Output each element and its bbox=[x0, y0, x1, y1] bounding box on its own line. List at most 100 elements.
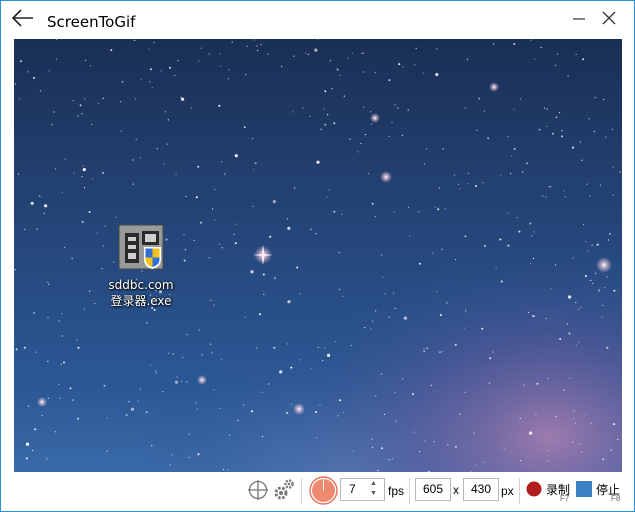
title-bar[interactable]: ScreenToGif bbox=[1, 1, 634, 39]
wallpaper-star bbox=[84, 187, 86, 189]
wallpaper-star bbox=[596, 243, 599, 246]
width-input[interactable]: 605 bbox=[415, 478, 451, 501]
wallpaper-star bbox=[220, 65, 222, 67]
wallpaper-star bbox=[438, 351, 441, 354]
wallpaper-star bbox=[208, 53, 210, 55]
wallpaper-star bbox=[434, 206, 436, 208]
wallpaper-star bbox=[363, 52, 365, 54]
wallpaper-star bbox=[546, 108, 548, 110]
minimize-button[interactable] bbox=[566, 9, 592, 31]
minimize-icon bbox=[573, 11, 585, 29]
wallpaper-star bbox=[511, 155, 513, 157]
wallpaper-star bbox=[393, 292, 395, 294]
wallpaper-star bbox=[92, 178, 94, 180]
fps-input[interactable]: 7 bbox=[340, 478, 385, 501]
wallpaper-star bbox=[128, 401, 130, 403]
wallpaper-star bbox=[613, 289, 616, 292]
desktop-shortcut[interactable]: sddbc.com 登录器.exe bbox=[100, 223, 182, 309]
wallpaper-star bbox=[611, 128, 614, 130]
wallpaper-star bbox=[47, 397, 49, 399]
wallpaper-star bbox=[377, 470, 379, 472]
wallpaper-star bbox=[251, 138, 254, 140]
wallpaper-star bbox=[89, 65, 91, 67]
wallpaper-star bbox=[475, 464, 477, 466]
wallpaper-star bbox=[361, 52, 363, 54]
stop-button[interactable]: 停止 F8 bbox=[575, 477, 629, 505]
wallpaper-star bbox=[605, 136, 607, 138]
wallpaper-star bbox=[245, 73, 247, 76]
wallpaper-star bbox=[547, 460, 549, 462]
wallpaper-star bbox=[281, 65, 283, 67]
wallpaper-star bbox=[381, 447, 383, 450]
app-exe-icon bbox=[117, 223, 165, 271]
wallpaper-star bbox=[418, 262, 421, 265]
wallpaper-star bbox=[467, 183, 469, 185]
wallpaper-star bbox=[342, 411, 345, 413]
wallpaper-star bbox=[607, 239, 610, 241]
wallpaper-star bbox=[148, 48, 150, 50]
wallpaper-star bbox=[130, 407, 135, 411]
wallpaper-star bbox=[545, 196, 547, 198]
wallpaper-star bbox=[15, 348, 18, 351]
wallpaper-star bbox=[519, 417, 521, 419]
wallpaper-star bbox=[526, 162, 529, 165]
wallpaper-star bbox=[169, 66, 171, 69]
wallpaper-star bbox=[156, 372, 158, 374]
record-button[interactable]: 录制 F7 bbox=[524, 477, 574, 505]
wallpaper-star bbox=[333, 210, 336, 213]
framerate-gauge[interactable] bbox=[309, 476, 338, 505]
wallpaper-star bbox=[339, 288, 341, 290]
height-input[interactable]: 430 bbox=[463, 478, 499, 501]
snap-to-window-button[interactable] bbox=[247, 479, 269, 501]
wallpaper-star bbox=[362, 71, 365, 73]
wallpaper-star bbox=[181, 380, 183, 382]
wallpaper-star bbox=[610, 449, 613, 452]
capture-area[interactable]: sddbc.com 登录器.exe bbox=[14, 39, 622, 472]
wallpaper-star bbox=[457, 183, 460, 185]
toolbar-separator bbox=[301, 478, 302, 504]
wallpaper-star bbox=[619, 171, 621, 173]
wallpaper-star bbox=[568, 332, 571, 335]
fps-decrease-button[interactable]: ▼ bbox=[370, 490, 377, 498]
wallpaper-star bbox=[234, 154, 238, 158]
wallpaper-star bbox=[183, 259, 186, 262]
wallpaper-star bbox=[316, 160, 320, 164]
wallpaper-star bbox=[375, 310, 377, 312]
wallpaper-star bbox=[137, 400, 139, 402]
wallpaper-star bbox=[598, 289, 600, 292]
wallpaper-star bbox=[532, 257, 535, 259]
fps-increase-button[interactable]: ▲ bbox=[370, 480, 377, 488]
wallpaper-star bbox=[14, 83, 17, 85]
wallpaper-star bbox=[586, 183, 588, 185]
wallpaper-star bbox=[272, 200, 276, 204]
arrow-left-icon bbox=[11, 8, 34, 32]
wallpaper-star bbox=[352, 450, 354, 452]
wallpaper-star bbox=[482, 182, 484, 184]
wallpaper-star bbox=[572, 441, 574, 443]
wallpaper-star bbox=[343, 95, 345, 97]
wallpaper-star bbox=[320, 128, 322, 130]
wallpaper-star bbox=[507, 136, 509, 138]
wallpaper-star bbox=[364, 133, 366, 136]
wallpaper-star bbox=[82, 168, 86, 172]
wallpaper-star bbox=[208, 257, 210, 259]
options-button[interactable] bbox=[273, 477, 295, 501]
wallpaper-star bbox=[575, 53, 577, 55]
wallpaper-star bbox=[102, 97, 104, 99]
wallpaper-star bbox=[534, 58, 536, 60]
wallpaper-star bbox=[519, 98, 521, 100]
wallpaper-star bbox=[219, 407, 221, 409]
wallpaper-star bbox=[423, 163, 425, 165]
wallpaper-star bbox=[423, 347, 425, 350]
wallpaper-star bbox=[269, 235, 272, 238]
wallpaper-star bbox=[538, 128, 541, 131]
wallpaper-star bbox=[381, 254, 383, 256]
wallpaper-star bbox=[274, 276, 276, 278]
wallpaper-star bbox=[24, 228, 26, 231]
wallpaper-star bbox=[33, 311, 35, 314]
wallpaper-star bbox=[252, 205, 254, 207]
back-button[interactable] bbox=[9, 8, 37, 32]
wallpaper-star bbox=[47, 281, 49, 283]
wallpaper-star bbox=[197, 165, 200, 168]
close-button[interactable] bbox=[596, 9, 622, 31]
